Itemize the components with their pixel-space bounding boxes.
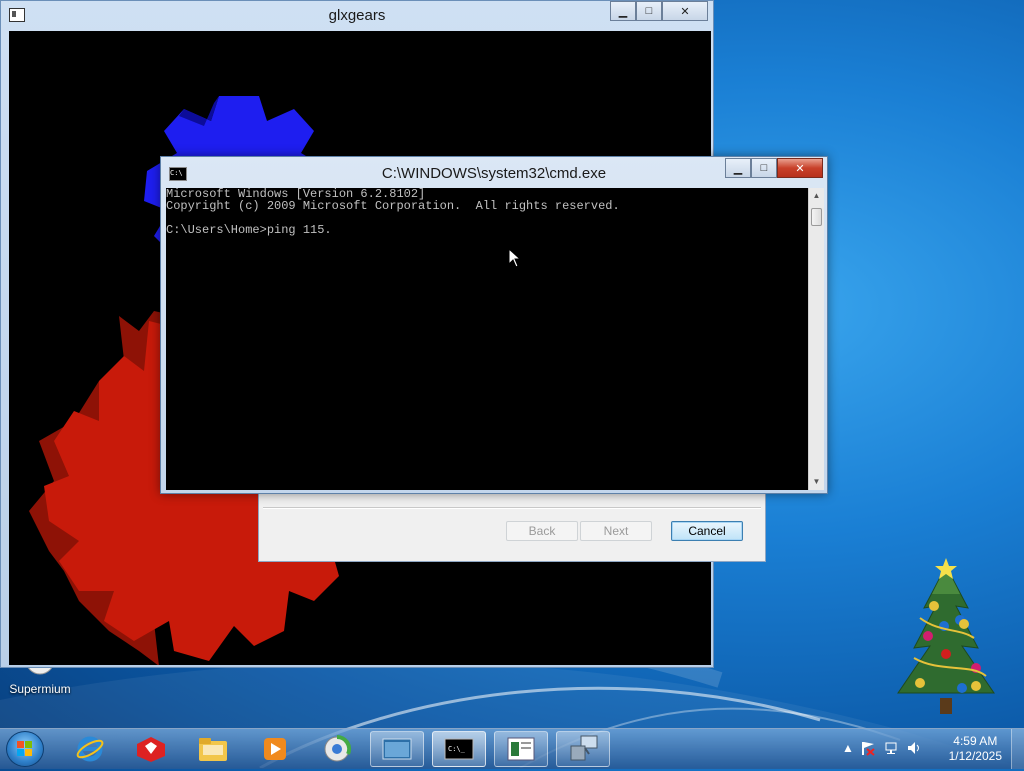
close-icon: ✕ [795, 162, 805, 175]
scroll-up-icon[interactable]: ▲ [809, 188, 824, 204]
taskbar-internet-explorer[interactable] [63, 731, 117, 767]
christmas-tree-gadget[interactable] [890, 558, 1002, 720]
cmd-titlebar[interactable]: C:\ C:\WINDOWS\system32\cmd.exe ▁ □ ✕ [161, 157, 827, 187]
taskbar-glxgears[interactable] [370, 731, 424, 767]
close-button[interactable]: ✕ [777, 158, 823, 178]
taskbar-media-player[interactable] [248, 731, 302, 767]
flag-icon[interactable] [860, 740, 876, 756]
cmd-window[interactable]: C:\ C:\WINDOWS\system32\cmd.exe ▁ □ ✕ Mi… [160, 156, 828, 494]
next-button[interactable]: Next [580, 521, 652, 541]
console-output[interactable]: Microsoft Windows [Version 6.2.8102] Cop… [166, 188, 808, 490]
red-app-icon [137, 737, 165, 762]
maximize-icon: □ [760, 162, 768, 174]
show-desktop-button[interactable] [1011, 729, 1024, 769]
close-button[interactable]: ✕ [662, 1, 708, 21]
show-hidden-icon[interactable]: ▲ [840, 740, 856, 756]
glxgears-icon [382, 738, 412, 760]
window-title: glxgears [328, 7, 386, 24]
console-prompt-line[interactable]: C:\Users\Home>ping 115. [166, 224, 808, 236]
network-icon [570, 735, 598, 761]
maximize-button[interactable]: □ [751, 158, 777, 178]
windows-logo-icon [17, 741, 32, 756]
desktop-icon-label: Supermium [9, 682, 71, 696]
minimize-button[interactable]: ▁ [725, 158, 751, 178]
scroll-thumb[interactable] [811, 208, 822, 226]
taskbar-file-explorer[interactable] [186, 731, 240, 767]
taskbar-wizard-app[interactable] [494, 731, 548, 767]
taskbar-red-app[interactable] [124, 731, 178, 767]
taskbar-cmd[interactable]: C:\_ [432, 731, 486, 767]
clock[interactable]: 4:59 AM 1/12/2025 [949, 734, 1002, 764]
supermium-icon [324, 734, 352, 762]
svg-text:C:\_: C:\_ [448, 745, 466, 753]
dialog-divider [263, 507, 761, 509]
taskbar-network-app[interactable] [556, 731, 610, 767]
close-icon: ✕ [680, 5, 690, 18]
taskbar-supermium[interactable] [310, 731, 364, 767]
clock-date: 1/12/2025 [948, 749, 1002, 763]
network-icon[interactable] [884, 740, 900, 756]
ie-icon [76, 736, 104, 762]
vertical-scrollbar[interactable]: ▲ ▼ [808, 188, 824, 490]
cancel-button[interactable]: Cancel [671, 521, 743, 541]
media-player-icon [264, 738, 286, 760]
folder-icon [199, 738, 227, 761]
taskbar: C:\_ ▲ 4:59 AM 1/12/2025 [0, 728, 1024, 769]
maximize-button[interactable]: □ [636, 1, 662, 21]
mouse-cursor-icon [508, 248, 522, 268]
system-tray: ▲ 4:59 AM 1/12/2025 [834, 729, 1024, 769]
minimize-button[interactable]: ▁ [610, 1, 636, 21]
scroll-down-icon[interactable]: ▼ [809, 474, 824, 490]
console-line: Copyright (c) 2009 Microsoft Corporation… [166, 199, 620, 213]
back-button[interactable]: Back [506, 521, 578, 541]
cmd-icon: C:\_ [444, 738, 474, 760]
volume-icon[interactable] [906, 740, 922, 756]
minimize-icon: ▁ [618, 5, 628, 18]
minimize-icon: ▁ [733, 162, 743, 175]
maximize-icon: □ [645, 5, 653, 17]
clock-time: 4:59 AM [953, 734, 998, 748]
glxgears-titlebar[interactable]: glxgears ▁ □ ✕ [1, 1, 713, 31]
start-button[interactable] [6, 731, 44, 767]
wizard-icon [507, 737, 535, 761]
